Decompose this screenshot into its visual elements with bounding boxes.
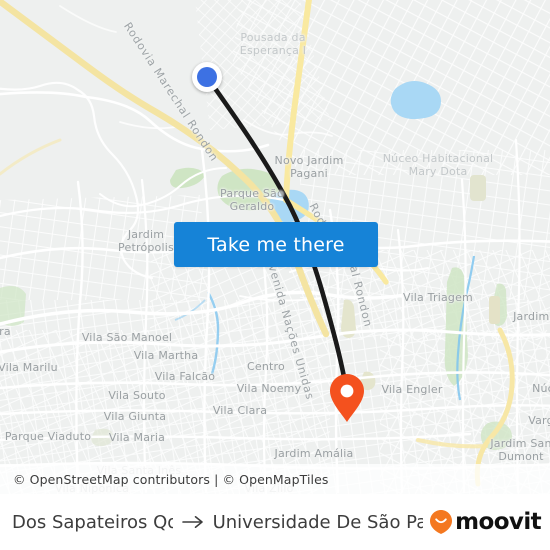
moovit-brand[interactable]: moovit xyxy=(423,509,542,535)
destination-pin[interactable] xyxy=(328,373,366,423)
map-share-screen: Rodovia Marechal Rondon Rod chal Rondon … xyxy=(0,0,550,550)
trip-destination-label: Universidade De São Paulo … xyxy=(212,511,424,533)
origin-dot[interactable] xyxy=(192,62,222,92)
map-attribution: © OpenStreetMap contributors | © OpenMap… xyxy=(0,464,550,494)
trip-summary-bar: Dos Sapateiros Qd-0… Universidade De São… xyxy=(0,494,550,550)
origin-dot-core xyxy=(197,67,217,87)
trip-endpoints: Dos Sapateiros Qd-0… Universidade De São… xyxy=(12,512,423,533)
arrow-right-icon xyxy=(181,516,203,528)
moovit-wordmark: moovit xyxy=(455,509,541,535)
destination-pin-icon xyxy=(330,374,364,422)
moovit-pin-icon xyxy=(430,510,453,534)
take-me-there-button[interactable]: Take me there xyxy=(174,222,378,267)
attribution-text: © OpenStreetMap contributors | © OpenMap… xyxy=(13,471,329,487)
trip-origin-label: Dos Sapateiros Qd-0… xyxy=(12,511,173,533)
